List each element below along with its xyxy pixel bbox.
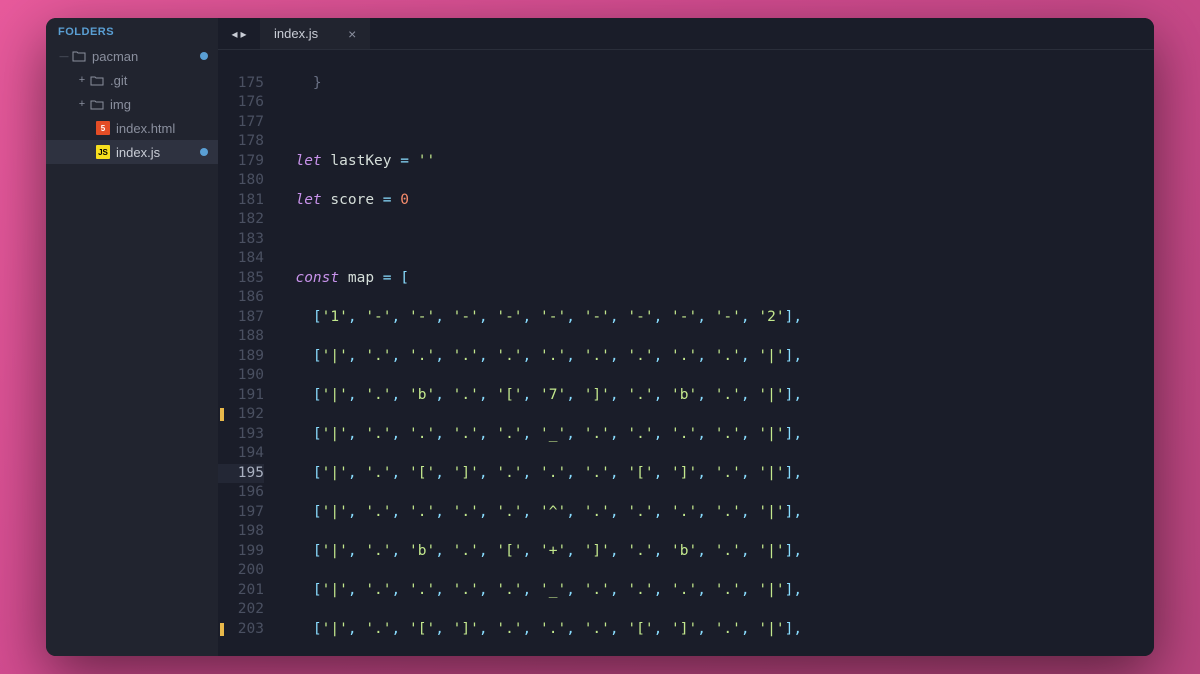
tree-label: index.js: [116, 145, 200, 160]
tree-label: .git: [110, 73, 212, 88]
tree-label: img: [110, 97, 212, 112]
modified-dot-icon: [200, 52, 208, 60]
tab-title: index.js: [274, 26, 318, 41]
close-icon[interactable]: ×: [348, 26, 356, 42]
code-line: let lastKey = '': [278, 152, 1154, 172]
code-line: ['|', '.', '.', '.', '.', '^', '.', '.',…: [278, 503, 1154, 523]
code-editor[interactable]: 1751761771781791801811821831841851861871…: [218, 50, 1154, 656]
code-line: ['1', '-', '-', '-', '-', '-', '-', '-',…: [278, 308, 1154, 328]
tab-nav-arrows[interactable]: ◂ ▸: [218, 18, 260, 49]
tree-label: index.html: [116, 121, 212, 136]
tree-file-index-html[interactable]: 5 index.html: [46, 116, 218, 140]
folder-open-icon: [70, 50, 88, 62]
tree-file-index-js[interactable]: JS index.js: [46, 140, 218, 164]
folder-icon: [88, 74, 106, 86]
code-line: ['|', '.', '.', '.', '.', '.', '.', '.',…: [278, 347, 1154, 367]
arrow-left-icon[interactable]: ◂: [231, 27, 237, 41]
tree-label: pacman: [92, 49, 200, 64]
editor-window: FOLDERS — pacman + .git + img 5 index: [46, 18, 1154, 656]
code-line: [278, 230, 1154, 250]
code-line: ['|', '.', '[', ']', '.', '.', '.', '[',…: [278, 464, 1154, 484]
plus-icon: +: [76, 98, 88, 110]
tree-root-folder[interactable]: — pacman: [46, 44, 218, 68]
sidebar-header: FOLDERS: [46, 18, 218, 44]
code-line: ['|', '.', 'b', '.', '[', '+', ']', '.',…: [278, 542, 1154, 562]
code-line: ['|', '.', '[', ']', '.', '.', '.', '[',…: [278, 620, 1154, 640]
code-line: ['|', '.', '.', '.', '.', '_', '.', '.',…: [278, 425, 1154, 445]
modified-dot-icon: [200, 148, 208, 156]
plus-icon: +: [76, 74, 88, 86]
tab-index-js[interactable]: index.js ×: [260, 18, 371, 49]
tree-folder-git[interactable]: + .git: [46, 68, 218, 92]
code-line: const map = [: [278, 269, 1154, 289]
sidebar: FOLDERS — pacman + .git + img 5 index: [46, 18, 218, 656]
js-file-icon: JS: [94, 145, 112, 159]
code-line: ['|', '.', '.', '.', '.', '_', '.', '.',…: [278, 581, 1154, 601]
code-line: }: [278, 74, 1154, 94]
html-file-icon: 5: [94, 121, 112, 135]
arrow-right-icon[interactable]: ▸: [241, 27, 247, 41]
code-line: [278, 113, 1154, 133]
tree-folder-img[interactable]: + img: [46, 92, 218, 116]
tab-bar: ◂ ▸ index.js ×: [218, 18, 1154, 50]
chevron-down-icon: —: [58, 51, 70, 61]
code-line: let score = 0: [278, 191, 1154, 211]
line-gutter: 1751761771781791801811821831841851861871…: [218, 50, 278, 656]
main-area: ◂ ▸ index.js × 1751761771781791801811821…: [218, 18, 1154, 656]
code-content[interactable]: } let lastKey = '' let score = 0 const m…: [278, 50, 1154, 656]
code-line: ['|', '.', 'b', '.', '[', '7', ']', '.',…: [278, 386, 1154, 406]
folder-icon: [88, 98, 106, 110]
